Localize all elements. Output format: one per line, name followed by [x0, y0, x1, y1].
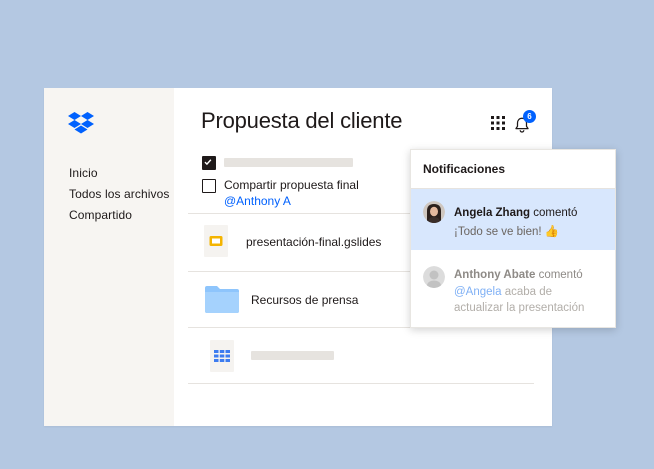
task-label: Compartir propuesta final: [224, 178, 359, 192]
notification-item[interactable]: Angela Zhang comentó ¡Todo se ve bien! 👍: [411, 189, 615, 250]
task-checkbox-checked[interactable]: [202, 156, 216, 170]
thumbs-up-icon: 👍: [544, 226, 560, 238]
notification-user: Anthony Abate: [454, 269, 536, 281]
task-checkbox[interactable]: [202, 179, 216, 193]
app-grid-icon[interactable]: [491, 116, 505, 130]
avatar: [423, 201, 445, 223]
notification-message: acaba de: [504, 286, 553, 298]
spreadsheet-icon: [210, 340, 234, 372]
notification-item[interactable]: Anthony Abate comentó @Angela acaba de a…: [411, 254, 615, 328]
avatar: [423, 266, 445, 288]
angela-avatar-icon: [423, 201, 445, 223]
task-mention-link[interactable]: @Anthony A: [224, 194, 291, 208]
google-slides-icon: [204, 225, 228, 257]
anthony-avatar-icon: [423, 266, 445, 288]
divider: [188, 383, 534, 384]
notifications-panel: Notificaciones Angela Zhang comentó ¡Tod…: [410, 149, 616, 328]
notifications-title: Notificaciones: [423, 162, 506, 176]
notifications-button[interactable]: 6: [513, 110, 539, 136]
sidebar: Inicio Todos los archivos Compartido: [44, 88, 174, 426]
dropbox-logo-icon[interactable]: [68, 112, 94, 134]
sidebar-item-inicio[interactable]: Inicio: [69, 166, 98, 180]
notification-count-badge: 6: [523, 110, 536, 123]
file-name[interactable]: presentación-final.gslides: [246, 235, 381, 249]
folder-name[interactable]: Recursos de prensa: [251, 293, 358, 307]
sidebar-item-compartido[interactable]: Compartido: [69, 208, 132, 222]
notification-action: comentó: [533, 207, 578, 219]
notification-mention-link[interactable]: @Angela: [454, 286, 501, 298]
folder-icon: [205, 286, 239, 313]
notification-action: comentó: [538, 269, 583, 281]
checkmark-icon: [204, 159, 212, 166]
notification-message-line2: actualizar la presentación: [454, 302, 585, 314]
notification-message: ¡Todo se ve bien!: [454, 226, 542, 238]
page-title: Propuesta del cliente: [201, 108, 403, 133]
sidebar-item-todos-los-archivos[interactable]: Todos los archivos: [69, 187, 170, 201]
task-placeholder-bar: [224, 158, 353, 167]
file-name-placeholder: [251, 351, 334, 360]
notification-user: Angela Zhang: [454, 207, 531, 219]
